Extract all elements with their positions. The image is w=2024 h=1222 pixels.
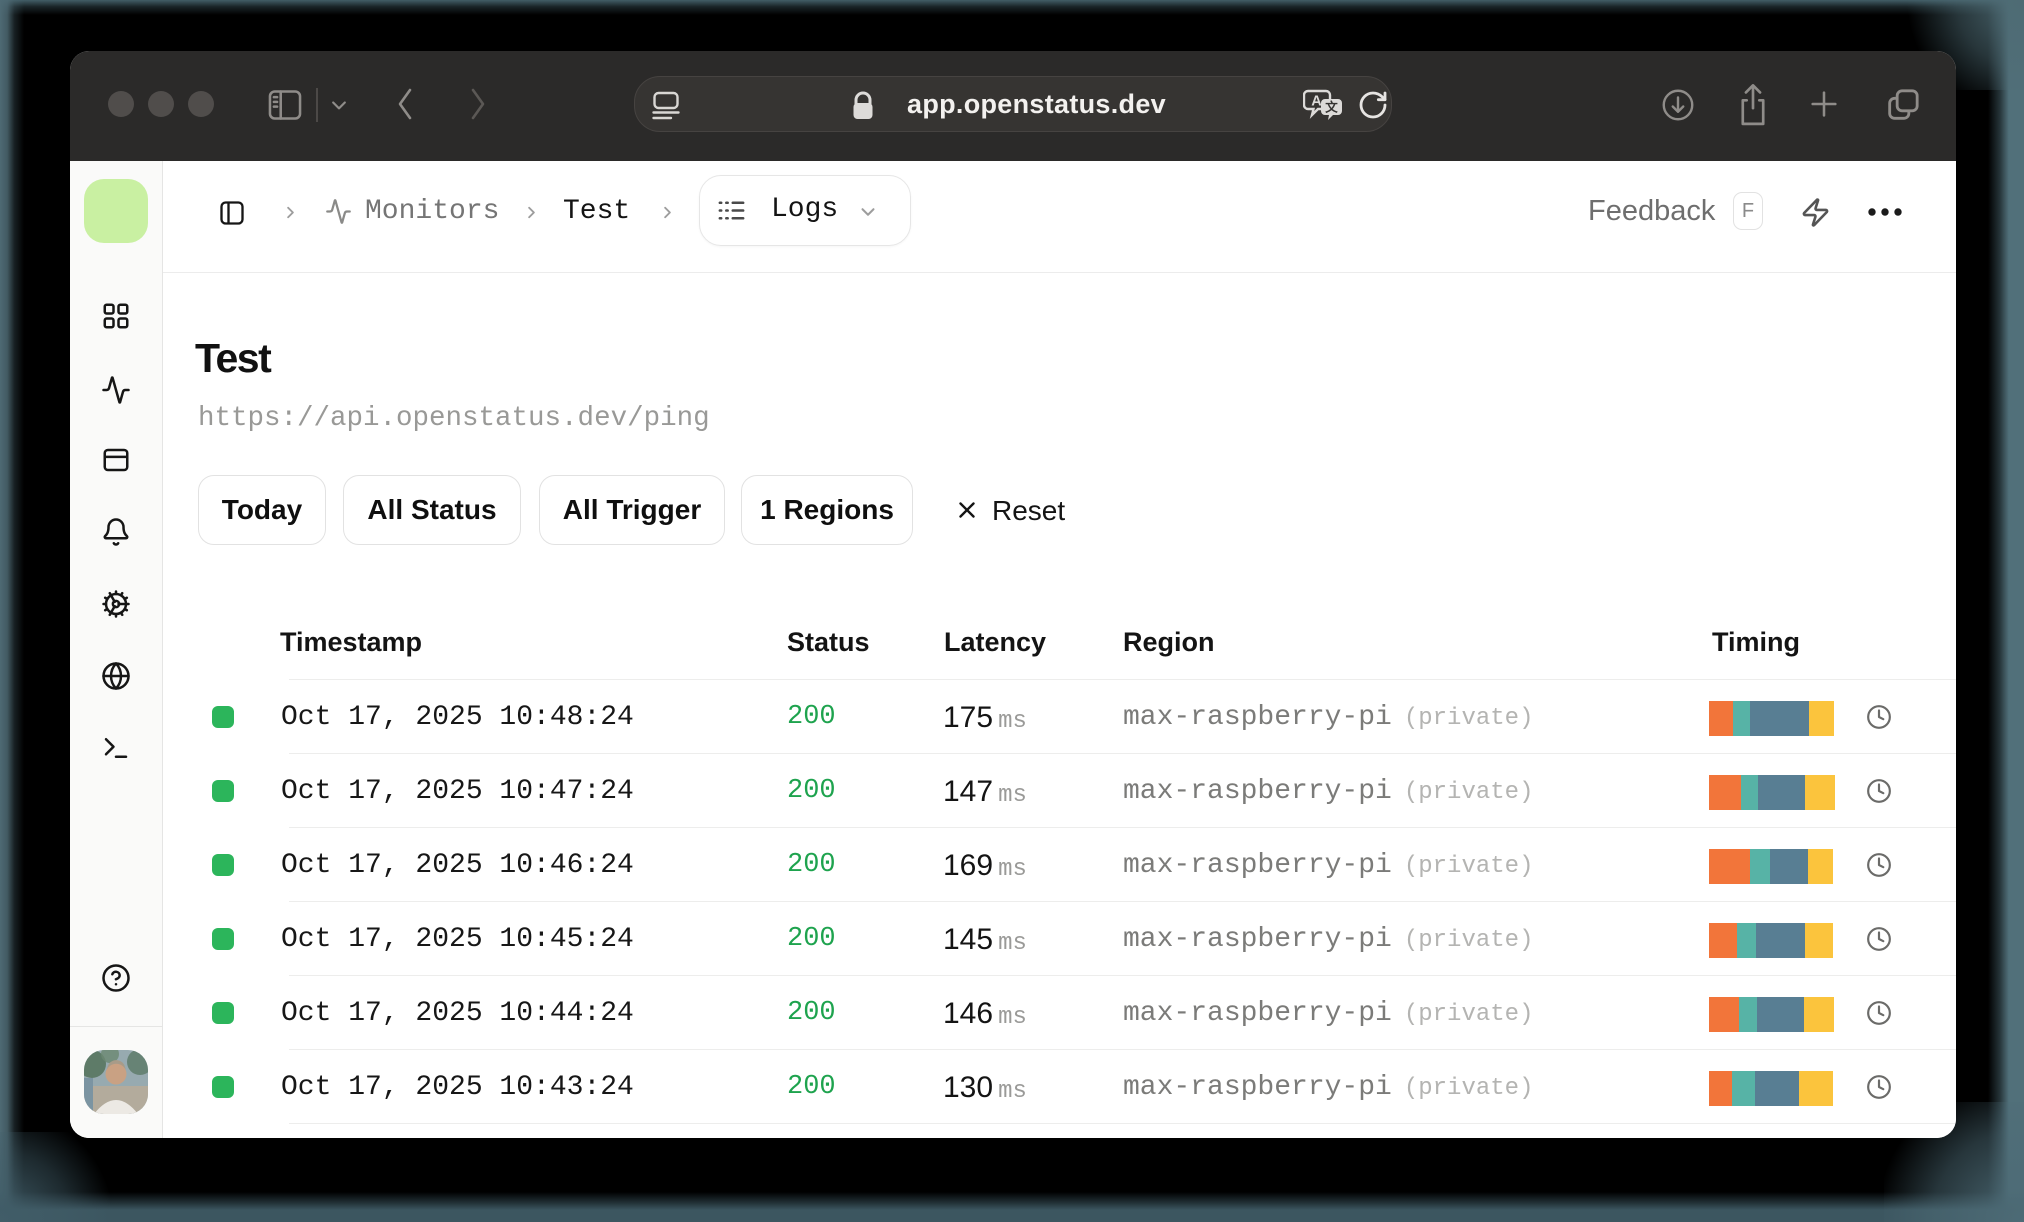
svg-text:文: 文	[1325, 100, 1338, 115]
svg-text:A: A	[1311, 94, 1322, 110]
